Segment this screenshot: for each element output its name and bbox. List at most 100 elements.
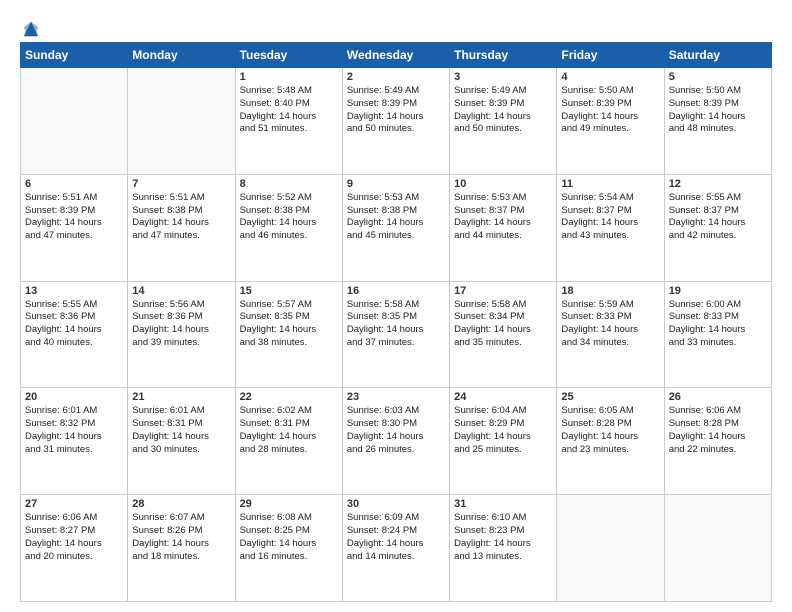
day-number: 28 xyxy=(132,498,230,510)
calendar-cell: 9 Sunrise: 5:53 AMSunset: 8:38 PMDaylight… xyxy=(342,174,449,281)
logo xyxy=(20,16,40,34)
cell-daylight-info: Sunrise: 5:53 AMSunset: 8:38 PMDaylight:… xyxy=(347,192,445,243)
cell-daylight-info: Sunrise: 6:08 AMSunset: 8:25 PMDaylight:… xyxy=(240,512,338,563)
day-number: 16 xyxy=(347,285,445,297)
page: SundayMondayTuesdayWednesdayThursdayFrid… xyxy=(0,0,792,612)
calendar-week-row: 20Sunrise: 6:01 AMSunset: 8:32 PMDayligh… xyxy=(21,388,772,495)
cell-daylight-info: Sunrise: 6:01 AMSunset: 8:32 PMDaylight:… xyxy=(25,405,123,456)
calendar-cell: 26Sunrise: 6:06 AMSunset: 8:28 PMDayligh… xyxy=(664,388,771,495)
dow-header: Saturday xyxy=(664,43,771,68)
day-number: 13 xyxy=(25,285,123,297)
calendar-cell: 27 Sunrise: 6:06 AMSunset: 8:27 PMDayligh… xyxy=(21,495,128,602)
day-number: 23 xyxy=(347,391,445,403)
day-number: 8 xyxy=(240,178,338,190)
logo-icon xyxy=(22,20,40,38)
calendar-cell: 30Sunrise: 6:09 AMSunset: 8:24 PMDayligh… xyxy=(342,495,449,602)
calendar-cell: 3 Sunrise: 5:49 AMSunset: 8:39 PMDaylight… xyxy=(450,68,557,175)
header xyxy=(20,16,772,34)
cell-daylight-info: Sunrise: 6:05 AMSunset: 8:28 PMDaylight:… xyxy=(561,405,659,456)
day-number: 4 xyxy=(561,71,659,83)
cell-daylight-info: Sunrise: 6:01 AMSunset: 8:31 PMDaylight:… xyxy=(132,405,230,456)
calendar-cell: 14 Sunrise: 5:56 AMSunset: 8:36 PMDayligh… xyxy=(128,281,235,388)
cell-daylight-info: Sunrise: 5:51 AMSunset: 8:38 PMDaylight:… xyxy=(132,192,230,243)
day-number: 12 xyxy=(669,178,767,190)
calendar-cell: 19 Sunrise: 6:00 AMSunset: 8:33 PMDayligh… xyxy=(664,281,771,388)
calendar-cell: 22Sunrise: 6:02 AMSunset: 8:31 PMDayligh… xyxy=(235,388,342,495)
cell-daylight-info: Sunrise: 5:49 AMSunset: 8:39 PMDaylight:… xyxy=(454,85,552,136)
cell-daylight-info: Sunrise: 6:10 AMSunset: 8:23 PMDaylight:… xyxy=(454,512,552,563)
calendar-cell xyxy=(128,68,235,175)
calendar-week-row: 6 Sunrise: 5:51 AMSunset: 8:39 PMDaylight… xyxy=(21,174,772,281)
day-number: 25 xyxy=(561,391,659,403)
day-number: 27 xyxy=(25,498,123,510)
cell-daylight-info: Sunrise: 5:52 AMSunset: 8:38 PMDaylight:… xyxy=(240,192,338,243)
day-number: 15 xyxy=(240,285,338,297)
day-number: 5 xyxy=(669,71,767,83)
cell-daylight-info: Sunrise: 6:06 AMSunset: 8:27 PMDaylight:… xyxy=(25,512,123,563)
day-number: 24 xyxy=(454,391,552,403)
cell-daylight-info: Sunrise: 5:51 AMSunset: 8:39 PMDaylight:… xyxy=(25,192,123,243)
day-number: 6 xyxy=(25,178,123,190)
cell-daylight-info: Sunrise: 5:59 AMSunset: 8:33 PMDaylight:… xyxy=(561,299,659,350)
days-of-week-row: SundayMondayTuesdayWednesdayThursdayFrid… xyxy=(21,43,772,68)
dow-header: Monday xyxy=(128,43,235,68)
calendar-cell: 13 Sunrise: 5:55 AMSunset: 8:36 PMDayligh… xyxy=(21,281,128,388)
cell-daylight-info: Sunrise: 5:56 AMSunset: 8:36 PMDaylight:… xyxy=(132,299,230,350)
dow-header: Tuesday xyxy=(235,43,342,68)
cell-daylight-info: Sunrise: 5:58 AMSunset: 8:35 PMDaylight:… xyxy=(347,299,445,350)
calendar-cell: 29 Sunrise: 6:08 AMSunset: 8:25 PMDayligh… xyxy=(235,495,342,602)
cell-daylight-info: Sunrise: 5:54 AMSunset: 8:37 PMDaylight:… xyxy=(561,192,659,243)
calendar-cell: 17Sunrise: 5:58 AMSunset: 8:34 PMDayligh… xyxy=(450,281,557,388)
calendar-body: 1 Sunrise: 5:48 AMSunset: 8:40 PMDaylight… xyxy=(21,68,772,602)
cell-daylight-info: Sunrise: 6:04 AMSunset: 8:29 PMDaylight:… xyxy=(454,405,552,456)
calendar-cell: 16 Sunrise: 5:58 AMSunset: 8:35 PMDayligh… xyxy=(342,281,449,388)
calendar-cell: 8 Sunrise: 5:52 AMSunset: 8:38 PMDaylight… xyxy=(235,174,342,281)
calendar-cell: 4 Sunrise: 5:50 AMSunset: 8:39 PMDaylight… xyxy=(557,68,664,175)
dow-header: Wednesday xyxy=(342,43,449,68)
day-number: 9 xyxy=(347,178,445,190)
dow-header: Sunday xyxy=(21,43,128,68)
calendar-week-row: 13 Sunrise: 5:55 AMSunset: 8:36 PMDayligh… xyxy=(21,281,772,388)
day-number: 31 xyxy=(454,498,552,510)
calendar-cell: 1 Sunrise: 5:48 AMSunset: 8:40 PMDaylight… xyxy=(235,68,342,175)
calendar-cell xyxy=(21,68,128,175)
cell-daylight-info: Sunrise: 5:48 AMSunset: 8:40 PMDaylight:… xyxy=(240,85,338,136)
day-number: 14 xyxy=(132,285,230,297)
calendar-cell: 6 Sunrise: 5:51 AMSunset: 8:39 PMDaylight… xyxy=(21,174,128,281)
day-number: 30 xyxy=(347,498,445,510)
calendar-cell: 12Sunrise: 5:55 AMSunset: 8:37 PMDayligh… xyxy=(664,174,771,281)
cell-daylight-info: Sunrise: 6:06 AMSunset: 8:28 PMDaylight:… xyxy=(669,405,767,456)
cell-daylight-info: Sunrise: 5:55 AMSunset: 8:36 PMDaylight:… xyxy=(25,299,123,350)
day-number: 10 xyxy=(454,178,552,190)
day-number: 3 xyxy=(454,71,552,83)
calendar-cell: 23 Sunrise: 6:03 AMSunset: 8:30 PMDayligh… xyxy=(342,388,449,495)
dow-header: Thursday xyxy=(450,43,557,68)
calendar-week-row: 27 Sunrise: 6:06 AMSunset: 8:27 PMDayligh… xyxy=(21,495,772,602)
cell-daylight-info: Sunrise: 6:07 AMSunset: 8:26 PMDaylight:… xyxy=(132,512,230,563)
calendar-cell xyxy=(664,495,771,602)
cell-daylight-info: Sunrise: 6:03 AMSunset: 8:30 PMDaylight:… xyxy=(347,405,445,456)
day-number: 1 xyxy=(240,71,338,83)
cell-daylight-info: Sunrise: 5:57 AMSunset: 8:35 PMDaylight:… xyxy=(240,299,338,350)
calendar-cell: 7Sunrise: 5:51 AMSunset: 8:38 PMDaylight… xyxy=(128,174,235,281)
calendar-week-row: 1 Sunrise: 5:48 AMSunset: 8:40 PMDaylight… xyxy=(21,68,772,175)
calendar-cell: 15 Sunrise: 5:57 AMSunset: 8:35 PMDayligh… xyxy=(235,281,342,388)
day-number: 19 xyxy=(669,285,767,297)
cell-daylight-info: Sunrise: 5:49 AMSunset: 8:39 PMDaylight:… xyxy=(347,85,445,136)
day-number: 2 xyxy=(347,71,445,83)
calendar-cell: 5 Sunrise: 5:50 AMSunset: 8:39 PMDaylight… xyxy=(664,68,771,175)
cell-daylight-info: Sunrise: 5:50 AMSunset: 8:39 PMDaylight:… xyxy=(561,85,659,136)
calendar-cell: 28 Sunrise: 6:07 AMSunset: 8:26 PMDayligh… xyxy=(128,495,235,602)
cell-daylight-info: Sunrise: 6:00 AMSunset: 8:33 PMDaylight:… xyxy=(669,299,767,350)
calendar-cell: 18 Sunrise: 5:59 AMSunset: 8:33 PMDayligh… xyxy=(557,281,664,388)
calendar-cell: 11 Sunrise: 5:54 AMSunset: 8:37 PMDayligh… xyxy=(557,174,664,281)
calendar-cell: 21Sunrise: 6:01 AMSunset: 8:31 PMDayligh… xyxy=(128,388,235,495)
calendar-cell: 25 Sunrise: 6:05 AMSunset: 8:28 PMDayligh… xyxy=(557,388,664,495)
day-number: 29 xyxy=(240,498,338,510)
day-number: 17 xyxy=(454,285,552,297)
cell-daylight-info: Sunrise: 6:02 AMSunset: 8:31 PMDaylight:… xyxy=(240,405,338,456)
day-number: 11 xyxy=(561,178,659,190)
day-number: 18 xyxy=(561,285,659,297)
calendar-cell: 2 Sunrise: 5:49 AMSunset: 8:39 PMDaylight… xyxy=(342,68,449,175)
cell-daylight-info: Sunrise: 5:50 AMSunset: 8:39 PMDaylight:… xyxy=(669,85,767,136)
